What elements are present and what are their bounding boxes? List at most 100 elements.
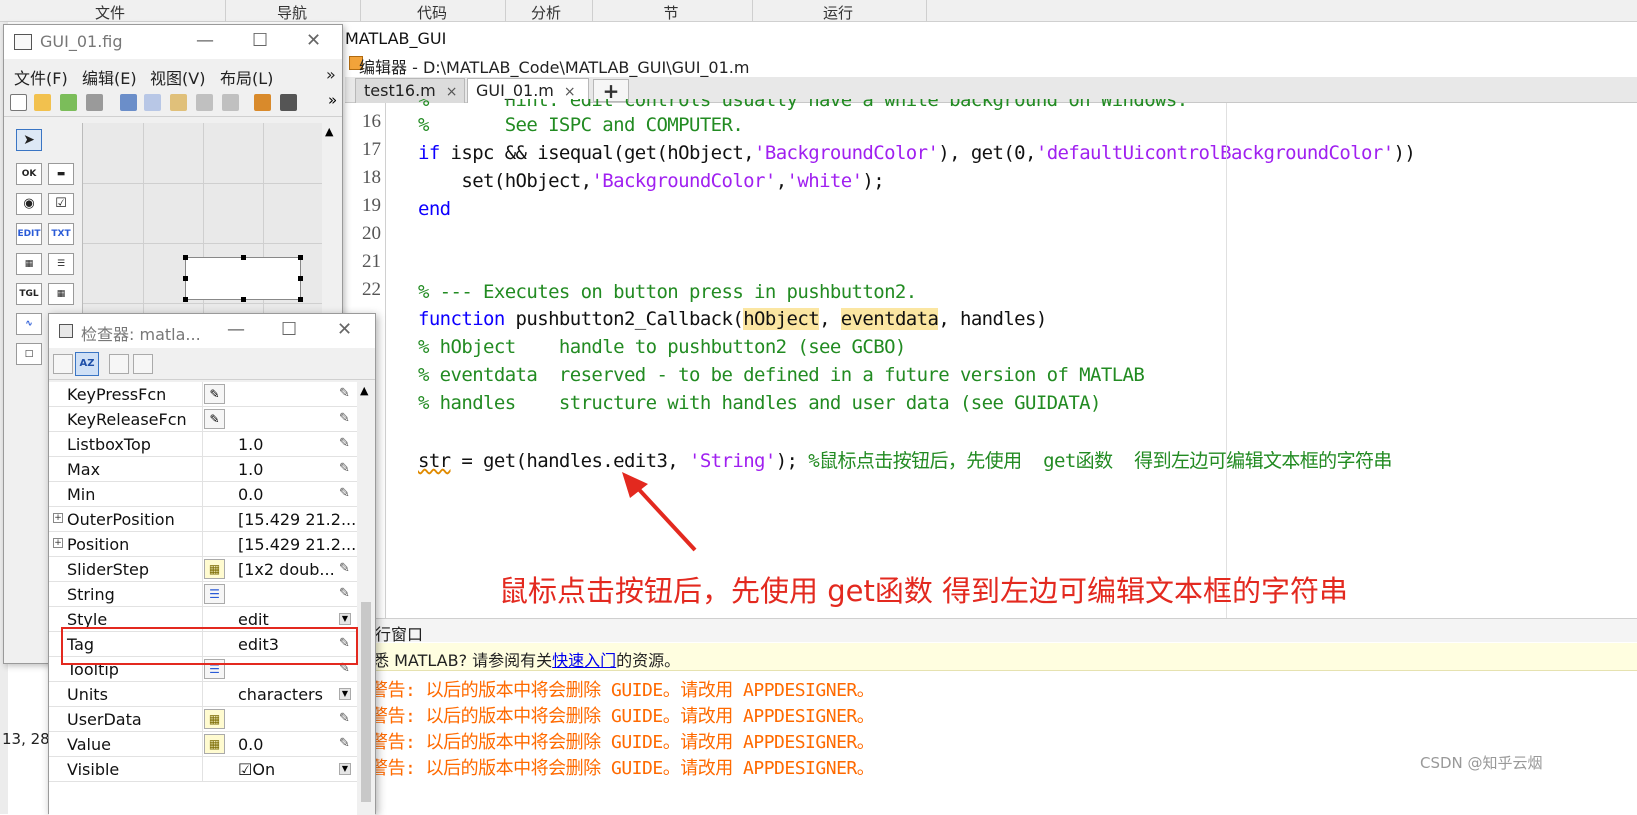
pencil-icon[interactable]: ✎ [339,436,350,451]
listbox-tool-icon[interactable]: ☰ [48,253,74,275]
property-row[interactable]: Units characters ▼ [49,682,357,707]
expand-all-icon[interactable] [109,354,129,374]
callback-editor-icon[interactable]: ✎ [204,409,225,429]
text-list-editor-icon[interactable]: ☰ [204,584,225,604]
pencil-icon[interactable]: ✎ [339,736,350,751]
pencil-icon[interactable]: ✎ [339,711,350,726]
command-window-info-bar: 悉 MATLAB? 请参阅有关快速入门的资源。 [345,643,1637,671]
collapse-all-icon[interactable] [133,354,153,374]
warning-line: 警告: 以后的版本中将会删除 GUIDE。请改用 APPDESIGNER。 [370,758,875,779]
array-editor-icon[interactable]: ▦ [204,709,225,729]
property-row[interactable]: ListboxTop 1.0 ✎ [49,432,357,457]
open-folder-icon[interactable] [34,94,51,111]
copy-icon[interactable] [144,94,161,111]
menu-editor-icon[interactable] [280,94,297,111]
callback-editor-icon[interactable]: ✎ [204,384,225,404]
panel-tool-icon[interactable]: □ [16,343,42,365]
property-row[interactable]: Min 0.0 ✎ [49,482,357,507]
property-row[interactable]: + OuterPosition [15.429 21.2... [49,507,357,532]
sort-az-icon[interactable]: AZ [75,352,99,376]
string-literal: 'defaultUicontrolBackgroundColor' [1035,142,1394,164]
slider-tool-icon[interactable]: ▬ [48,163,74,185]
ribbon-tab-analyze[interactable]: 分析 [516,2,576,23]
redo-icon[interactable] [222,94,239,111]
align-icon[interactable] [254,94,271,111]
property-row[interactable]: Max 1.0 ✎ [49,457,357,482]
popupmenu-tool-icon[interactable]: ▦ [16,253,42,275]
minimize-icon[interactable]: — [227,319,245,340]
pencil-icon[interactable]: ✎ [339,461,350,476]
ribbon-tab-code[interactable]: 代码 [402,2,462,23]
togglebutton-tool[interactable]: TGL [16,283,42,305]
cut-icon[interactable] [120,94,137,111]
categorized-icon[interactable] [53,354,73,374]
menu-view[interactable]: 视图(V) [150,65,205,89]
checkbox-tool-icon[interactable]: ☑ [48,193,74,215]
current-folder-bar[interactable]: MATLAB_GUI [345,28,1637,50]
statictext-tool[interactable]: TXT [48,223,74,245]
edit3-control[interactable] [183,255,303,302]
property-row[interactable]: Visible ☑On ▼ [49,757,357,782]
keyword: if [418,142,440,164]
close-icon[interactable]: ✕ [337,319,352,340]
maximize-icon[interactable]: ☐ [252,30,268,51]
property-row[interactable]: + Position [15.429 21.2... [49,532,357,557]
ribbon-tab-run[interactable]: 运行 [808,2,868,23]
pencil-icon[interactable]: ✎ [339,586,350,601]
property-row[interactable]: KeyPressFcn ✎ ✎ [49,382,357,407]
menu-edit[interactable]: 编辑(E) [82,65,137,89]
expand-icon[interactable]: + [53,538,63,548]
chevron-down-icon[interactable]: ▼ [339,688,351,700]
code-editor[interactable]: 16 17 18 19 20 21 22 % hint: edit contro… [345,99,1637,618]
menu-file[interactable]: 文件(F) [14,65,68,89]
inspector-scrollbar[interactable]: ▲ [357,382,375,815]
minimize-icon[interactable]: — [196,30,214,51]
code-text: , [775,170,787,192]
edittext-tool[interactable]: EDIT [16,223,42,245]
pushbutton-tool[interactable]: OK [16,163,42,185]
undo-icon[interactable] [196,94,213,111]
property-row[interactable]: SliderStep ▦ [1x2 doub... ✎ [49,557,357,582]
toolbar-overflow[interactable]: » [328,91,337,109]
edit-icon[interactable] [60,94,77,111]
new-file-icon[interactable] [10,94,27,111]
axes-tool-icon[interactable]: ∿ [16,313,42,335]
ribbon-tab-section[interactable]: 节 [641,2,701,23]
maximize-icon[interactable]: ☐ [281,319,297,340]
close-icon[interactable]: × [446,84,458,100]
radiobutton-tool-icon[interactable]: ◉ [16,193,42,215]
close-icon[interactable]: × [564,84,576,100]
pencil-icon[interactable]: ✎ [339,561,350,576]
watermark: CSDN @知乎云烟 [1420,754,1543,772]
pencil-icon[interactable]: ✎ [339,411,350,426]
property-row[interactable]: Value ▦ 0.0 ✎ [49,732,357,757]
expand-icon[interactable]: + [53,513,63,523]
pencil-icon[interactable]: ✎ [339,486,350,501]
ribbon-tab-navigate[interactable]: 导航 [262,2,322,23]
property-row[interactable]: KeyReleaseFcn ✎ ✎ [49,407,357,432]
scroll-thumb[interactable] [361,602,371,802]
scroll-up-icon[interactable]: ▲ [360,384,368,397]
quick-start-link[interactable]: 快速入门 [552,651,616,670]
ribbon-tab-file[interactable]: 文件 [80,2,140,23]
pencil-icon[interactable]: ✎ [339,386,350,401]
highlighted-arg: hObject [743,308,820,330]
array-editor-icon[interactable]: ▦ [204,559,225,579]
chevron-down-icon[interactable]: ▼ [339,763,351,775]
paste-icon[interactable] [170,94,187,111]
chevron-down-icon[interactable]: ▼ [339,613,351,625]
array-editor-icon[interactable]: ▦ [204,734,225,754]
visible-checkbox[interactable]: ☑On [238,760,275,779]
select-tool-icon[interactable]: ➤ [16,129,42,151]
add-tab-button[interactable]: + [593,79,629,102]
menu-overflow[interactable]: » [326,65,336,84]
table-tool-icon[interactable]: ▦ [48,283,74,305]
property-row[interactable]: UserData ▦ ✎ [49,707,357,732]
close-icon[interactable]: ✕ [306,30,321,51]
command-window-output[interactable]: 警告: 以后的版本中将会删除 GUIDE。请改用 APPDESIGNER。 警告… [345,672,1637,814]
save-icon[interactable] [86,94,103,111]
menu-layout[interactable]: 布局(L) [220,65,273,89]
scroll-up-icon[interactable]: ▲ [325,125,333,138]
property-row[interactable]: String ☰ ✎ [49,582,357,607]
fig-window-title: GUI_01.fig [40,32,123,51]
